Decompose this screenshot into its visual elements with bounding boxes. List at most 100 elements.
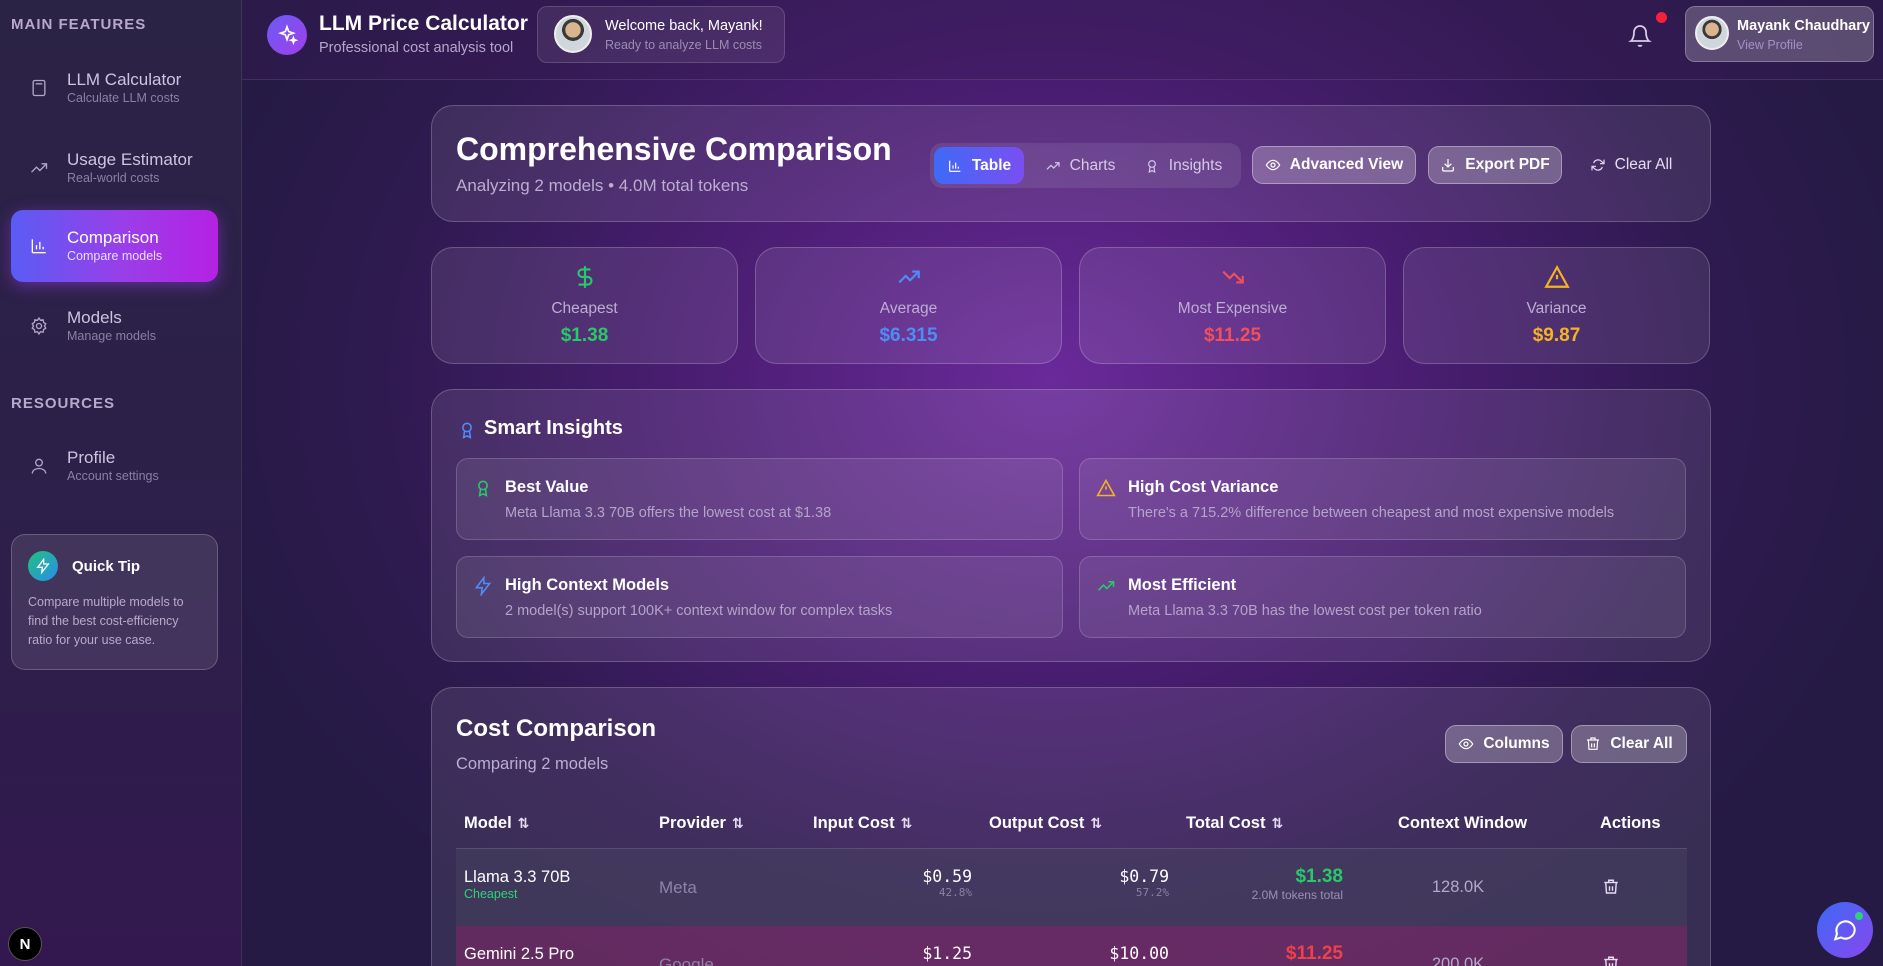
welcome-text: Welcome back, Mayank! — [605, 18, 763, 34]
sidebar-item-sub: Real-world costs — [67, 171, 160, 185]
column-header-context-window: Context Window — [1398, 814, 1527, 833]
sort-icon: ⇅ — [1271, 815, 1284, 831]
chat-icon — [1833, 920, 1856, 941]
advanced-view-label: Advanced View — [1289, 156, 1404, 173]
sidebar-item-label: Usage Estimator — [67, 150, 193, 169]
view-tabs: Table Charts Insights — [930, 143, 1241, 188]
column-header-output-cost[interactable]: Output Cost ⇅ — [989, 814, 1102, 833]
table-clear-all-button[interactable]: Clear All — [1571, 725, 1687, 763]
sidebar-item-label: Models — [67, 308, 122, 327]
tab-label: Insights — [1168, 156, 1223, 174]
table-row: Llama 3.3 70B Cheapest Meta $0.59 42.8% … — [456, 848, 1687, 926]
column-header-label: Total Cost — [1186, 814, 1266, 832]
output-percent: 57.2% — [1135, 886, 1169, 899]
chat-button[interactable] — [1817, 902, 1873, 958]
stat-value: $11.25 — [1203, 325, 1262, 346]
bar-chart-icon — [28, 235, 50, 257]
tab-label: Table — [971, 156, 1012, 174]
profile-button[interactable]: Mayank Chaudhary View Profile — [1685, 6, 1874, 62]
sidebar-item-comparison[interactable]: Comparison Compare models — [11, 210, 218, 282]
insight-title: Best Value — [505, 478, 589, 496]
advanced-view-button[interactable]: Advanced View — [1252, 146, 1416, 184]
clear-all-button[interactable]: Clear All — [1576, 146, 1686, 184]
column-header-label: Input Cost — [813, 814, 895, 832]
insight-most-efficient: Most Efficient Meta Llama 3.3 70B has th… — [1079, 556, 1686, 638]
page-subtitle: Analyzing 2 models • 4.0M total tokens — [456, 176, 749, 195]
tab-table[interactable]: Table — [934, 147, 1024, 184]
stat-label: Cheapest — [551, 300, 618, 317]
insight-text: 2 model(s) support 100K+ context window … — [505, 603, 893, 619]
input-percent: 42.8% — [938, 886, 972, 899]
trash-icon[interactable] — [1602, 878, 1620, 896]
view-profile-link[interactable]: View Profile — [1737, 38, 1803, 52]
clear-all-label: Clear All — [1614, 156, 1673, 173]
gear-icon — [28, 315, 50, 337]
input-cost: $1.25 — [922, 944, 972, 963]
stat-label: Most Expensive — [1177, 300, 1288, 317]
insight-high-context: High Context Models 2 model(s) support 1… — [456, 556, 1063, 638]
stat-cheapest: Cheapest $1.38 — [431, 247, 738, 364]
user-icon — [28, 455, 50, 477]
column-header-actions: Actions — [1600, 814, 1661, 833]
smart-insights-card: Smart Insights Best Value Meta Llama 3.3… — [431, 389, 1711, 662]
bar-chart-icon — [948, 160, 961, 172]
trending-up-icon — [1046, 161, 1060, 170]
tab-label: Charts — [1069, 156, 1116, 174]
comparison-header-card: Comprehensive Comparison Analyzing 2 mod… — [431, 105, 1711, 222]
trending-down-icon — [1221, 270, 1244, 284]
award-icon — [462, 422, 472, 439]
warning-icon — [1096, 478, 1116, 497]
clear-all-label: Clear All — [1610, 735, 1673, 752]
total-cost: $11.25 — [1285, 943, 1343, 964]
insight-text: Meta Llama 3.3 70B offers the lowest cos… — [505, 505, 832, 521]
trash-icon — [1587, 737, 1600, 750]
sidebar-item-llm-calculator[interactable]: LLM Calculator Calculate LLM costs — [11, 52, 218, 124]
eye-icon — [1458, 738, 1474, 750]
column-header-input-cost[interactable]: Input Cost ⇅ — [813, 814, 912, 833]
notification-dot — [1656, 12, 1667, 23]
resources-heading: RESOURCES — [11, 395, 116, 412]
column-header-model[interactable]: Model ⇅ — [464, 814, 529, 833]
provider: Meta — [659, 878, 697, 897]
stat-label: Variance — [1526, 300, 1587, 317]
columns-button[interactable]: Columns — [1445, 725, 1563, 763]
framework-badge[interactable]: N — [8, 927, 42, 961]
top-bar: LLM Price Calculator Professional cost a… — [242, 0, 1883, 80]
stat-value: $1.38 — [560, 325, 609, 346]
export-pdf-button[interactable]: Export PDF — [1428, 146, 1562, 184]
column-header-provider[interactable]: Provider ⇅ — [659, 814, 744, 833]
main-features-heading: MAIN FEATURES — [11, 16, 147, 33]
cost-comparison-title: Cost Comparison — [456, 715, 657, 742]
avatar — [554, 15, 592, 53]
sort-icon: ⇅ — [900, 815, 913, 831]
award-icon — [478, 480, 488, 497]
sidebar-item-models[interactable]: Models Manage models — [11, 290, 218, 362]
online-dot — [1855, 912, 1863, 920]
total-tokens: 2.0M tokens total — [1251, 888, 1343, 902]
sidebar: MAIN FEATURES LLM Calculator Calculate LL… — [0, 0, 242, 966]
columns-label: Columns — [1483, 735, 1550, 752]
cost-comparison-card: Cost Comparison Comparing 2 models Colum… — [431, 687, 1711, 966]
tab-insights[interactable]: Insights — [1130, 147, 1236, 184]
sidebar-item-label: LLM Calculator — [67, 70, 182, 89]
sidebar-item-label: Comparison — [67, 228, 159, 247]
column-header-total-cost[interactable]: Total Cost ⇅ — [1186, 814, 1283, 833]
sidebar-item-usage-estimator[interactable]: Usage Estimator Real-world costs — [11, 132, 218, 204]
sidebar-item-profile[interactable]: Profile Account settings — [11, 430, 218, 502]
trash-icon[interactable] — [1602, 955, 1620, 966]
trending-up-icon — [28, 157, 50, 179]
sidebar-item-sub: Manage models — [67, 329, 156, 343]
stat-label: Average — [879, 300, 938, 317]
total-cost: $1.38 — [1295, 866, 1343, 887]
smart-insights-title: Smart Insights — [484, 417, 623, 439]
sidebar-item-sub: Compare models — [67, 249, 163, 263]
bell-icon[interactable] — [1628, 24, 1652, 48]
tab-charts[interactable]: Charts — [1032, 147, 1128, 184]
insight-text: Meta Llama 3.3 70B has the lowest cost p… — [1128, 603, 1482, 619]
warning-icon — [1543, 265, 1570, 288]
sidebar-item-label: Profile — [67, 448, 116, 467]
model-name: Llama 3.3 70B — [464, 868, 571, 886]
sort-icon: ⇅ — [517, 815, 530, 831]
sparkles-icon — [267, 15, 307, 55]
sidebar-item-sub: Account settings — [67, 469, 159, 483]
